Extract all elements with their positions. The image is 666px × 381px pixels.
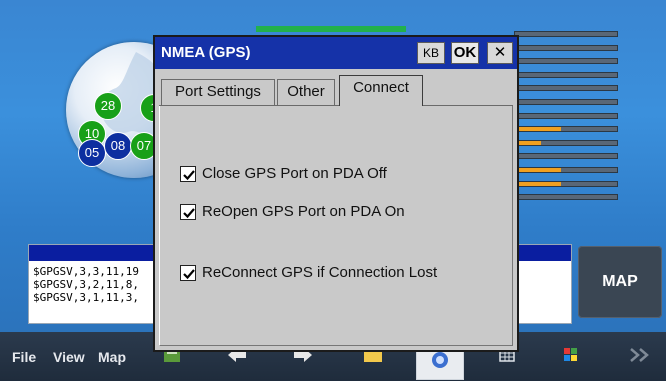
nmea-log-lines: $GPGSV,3,3,11,19 $GPGSV,3,2,11,8, $GPGSV… xyxy=(33,265,139,304)
checkbox-close-port[interactable] xyxy=(180,165,196,182)
signal-bar xyxy=(514,180,618,187)
signal-bar xyxy=(514,71,618,78)
layers-icon[interactable] xyxy=(560,346,582,364)
signal-bar-fill xyxy=(515,181,561,186)
option-reopen-port[interactable]: ReOpen GPS Port on PDA On xyxy=(180,203,405,220)
nmea-gps-dialog: NMEA (GPS) KB OK ✕ Port Settings Other C… xyxy=(153,35,519,352)
menu-map[interactable]: Map xyxy=(98,349,126,365)
close-button[interactable]: ✕ xyxy=(487,42,513,64)
tab-panel xyxy=(159,106,513,346)
checkbox-reopen-port[interactable] xyxy=(180,203,196,220)
signal-bar xyxy=(514,98,618,105)
checkmark-icon xyxy=(183,169,195,180)
signal-bar xyxy=(514,85,618,92)
nmea-sentence: $GPGSV,3,2,11,8, xyxy=(33,278,139,291)
checkmark-icon xyxy=(183,268,195,279)
ok-button[interactable]: OK xyxy=(451,42,479,64)
signal-strength-bars xyxy=(514,31,618,208)
signal-bar xyxy=(514,194,618,201)
nmea-sentence: $GPGSV,3,1,11,3, xyxy=(33,291,139,304)
signal-bar xyxy=(514,153,618,160)
tab-connect[interactable]: Connect xyxy=(339,75,423,106)
signal-bar-fill xyxy=(515,167,561,172)
menu-view[interactable]: View xyxy=(53,349,85,365)
signal-bar xyxy=(514,166,618,173)
tab-port-settings[interactable]: Port Settings xyxy=(161,79,275,105)
signal-bar xyxy=(514,58,618,65)
option-label: ReOpen GPS Port on PDA On xyxy=(202,203,405,220)
menu-file[interactable]: File xyxy=(12,349,36,365)
signal-bar-fill xyxy=(515,127,561,132)
option-reconnect[interactable]: ReConnect GPS if Connection Lost xyxy=(180,264,437,281)
checkmark-icon xyxy=(183,207,195,218)
keyboard-button[interactable]: KB xyxy=(417,42,445,64)
checkbox-reconnect[interactable] xyxy=(180,264,196,281)
nmea-sentence: $GPGSV,3,3,11,19 xyxy=(33,265,139,278)
signal-strip xyxy=(256,26,406,32)
tab-other[interactable]: Other xyxy=(277,79,335,105)
option-close-port[interactable]: Close GPS Port on PDA Off xyxy=(180,165,387,182)
signal-bar xyxy=(514,44,618,51)
option-label: ReConnect GPS if Connection Lost xyxy=(202,264,438,281)
dialog-titlebar: NMEA (GPS) KB OK ✕ xyxy=(155,37,517,69)
satellite-marker: 08 xyxy=(104,132,132,160)
satellite-marker: 28 xyxy=(94,92,122,120)
map-button[interactable]: MAP xyxy=(578,246,662,318)
chevron-right-double-icon[interactable] xyxy=(628,346,654,364)
signal-bar xyxy=(514,112,618,119)
signal-bar xyxy=(514,139,618,146)
signal-bar xyxy=(514,126,618,133)
dialog-title: NMEA (GPS) xyxy=(161,44,251,61)
gps-app-screen: 28 1 10 05 08 07 $GPGSV,3,3,11,19 $GPGSV… xyxy=(0,0,666,381)
option-label: Close GPS Port on PDA Off xyxy=(202,165,387,182)
signal-bar xyxy=(514,31,618,37)
satellite-marker: 05 xyxy=(78,139,106,167)
